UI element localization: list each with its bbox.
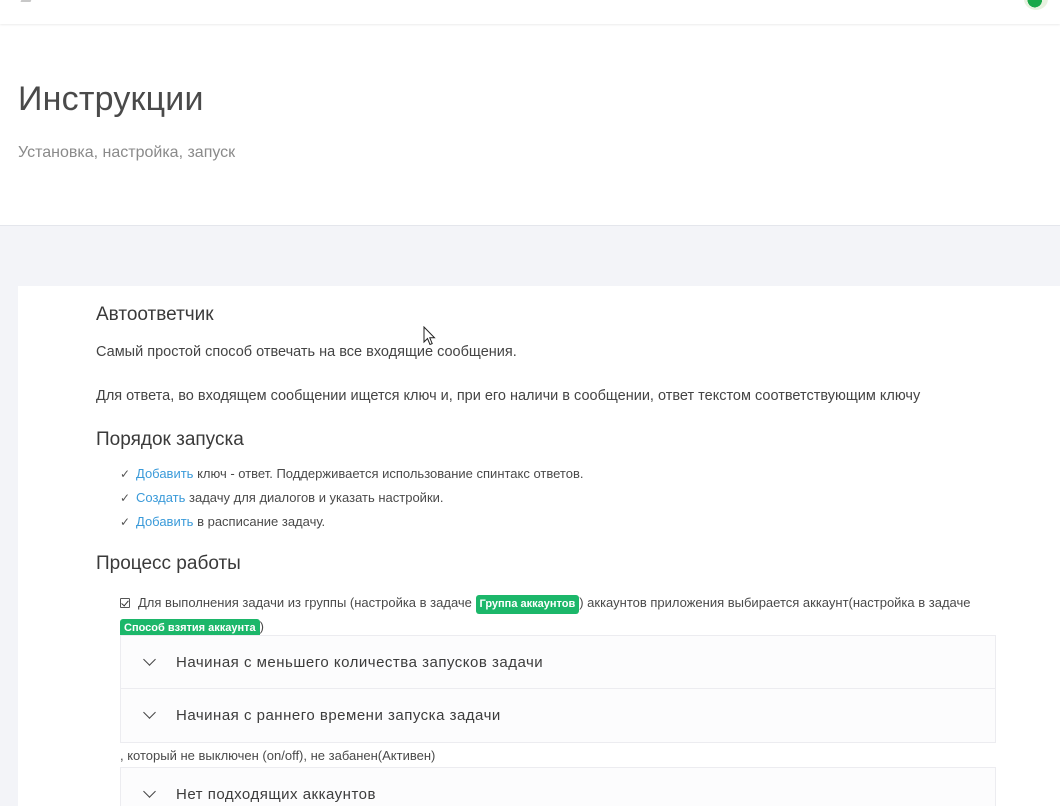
- section-title: Автоответчик: [96, 304, 214, 325]
- process-text: ) аккаунтов приложения выбирается аккаун…: [579, 595, 971, 610]
- create-task-link[interactable]: Создать: [136, 490, 185, 505]
- account-method-accordion: Начиная с меньшего количества запусков з…: [120, 635, 996, 743]
- step-text: задачу для диалогов и указать настройки.: [185, 490, 444, 505]
- accordion-item-label: Начиная с раннего времени запуска задачи: [176, 707, 501, 724]
- chevron-down-icon: [143, 652, 156, 666]
- chevron-down-icon: [143, 785, 156, 798]
- step-text: в расписание задачу.: [193, 514, 326, 529]
- instructions-card: Автоответчик Самый простой способ отвеча…: [18, 286, 1060, 806]
- page-subtitle: Установка, настройка, запуск: [18, 144, 236, 161]
- checkmark-icon: ✓: [120, 515, 131, 529]
- accordion-item[interactable]: Начиная с меньшего количества запусков з…: [121, 636, 995, 689]
- accordion-item-label: Начиная с меньшего количества запусков з…: [176, 653, 544, 671]
- list-item: ✓ Добавить ключ - ответ. Поддерживается и…: [120, 466, 584, 481]
- process-item: Для выполнения задачи из группы (настрой…: [120, 591, 1000, 639]
- accordion-item-label: Нет подходящих аккаунтов: [176, 786, 376, 803]
- account-condition-note: , который не выключен (on/off), не забан…: [120, 748, 436, 763]
- add-schedule-link[interactable]: Добавить: [136, 514, 193, 529]
- section-intro: Самый простой способ отвечать на все вхо…: [96, 344, 517, 360]
- process-text: Для выполнения задачи из группы (настрой…: [138, 595, 476, 610]
- checkbox-icon: [120, 598, 130, 608]
- section-description: Для ответа, во входящем сообщении ищется…: [96, 388, 921, 404]
- user-avatar[interactable]: [1024, 0, 1048, 10]
- list-item: ✓ Создать задачу для диалогов и указать н…: [120, 490, 444, 505]
- chevron-down-icon: [143, 706, 156, 719]
- top-navbar: [0, 0, 1060, 24]
- no-accounts-accordion: Нет подходящих аккаунтов: [120, 767, 996, 806]
- page-header: Инструкции Установка, настройка, запуск: [0, 24, 1060, 226]
- launch-title: Порядок запуска: [96, 429, 244, 450]
- process-text: ): [259, 619, 264, 634]
- mouse-cursor-icon: [423, 326, 436, 346]
- list-item: ✓ Добавить в расписание задачу.: [120, 514, 325, 529]
- accordion-item[interactable]: Нет подходящих аккаунтов: [121, 768, 995, 806]
- add-key-link[interactable]: Добавить: [136, 466, 193, 481]
- page-title: Инструкции: [18, 80, 204, 118]
- process-title: Процесс работы: [96, 553, 241, 574]
- checkmark-icon: ✓: [120, 491, 131, 505]
- account-group-badge: Группа аккаунтов: [475, 595, 580, 614]
- menu-icon[interactable]: [20, 0, 34, 2]
- accordion-item[interactable]: Начиная с раннего времени запуска задачи: [121, 689, 995, 742]
- checkmark-icon: ✓: [120, 467, 131, 481]
- step-text: ключ - ответ. Поддерживается использован…: [193, 466, 584, 481]
